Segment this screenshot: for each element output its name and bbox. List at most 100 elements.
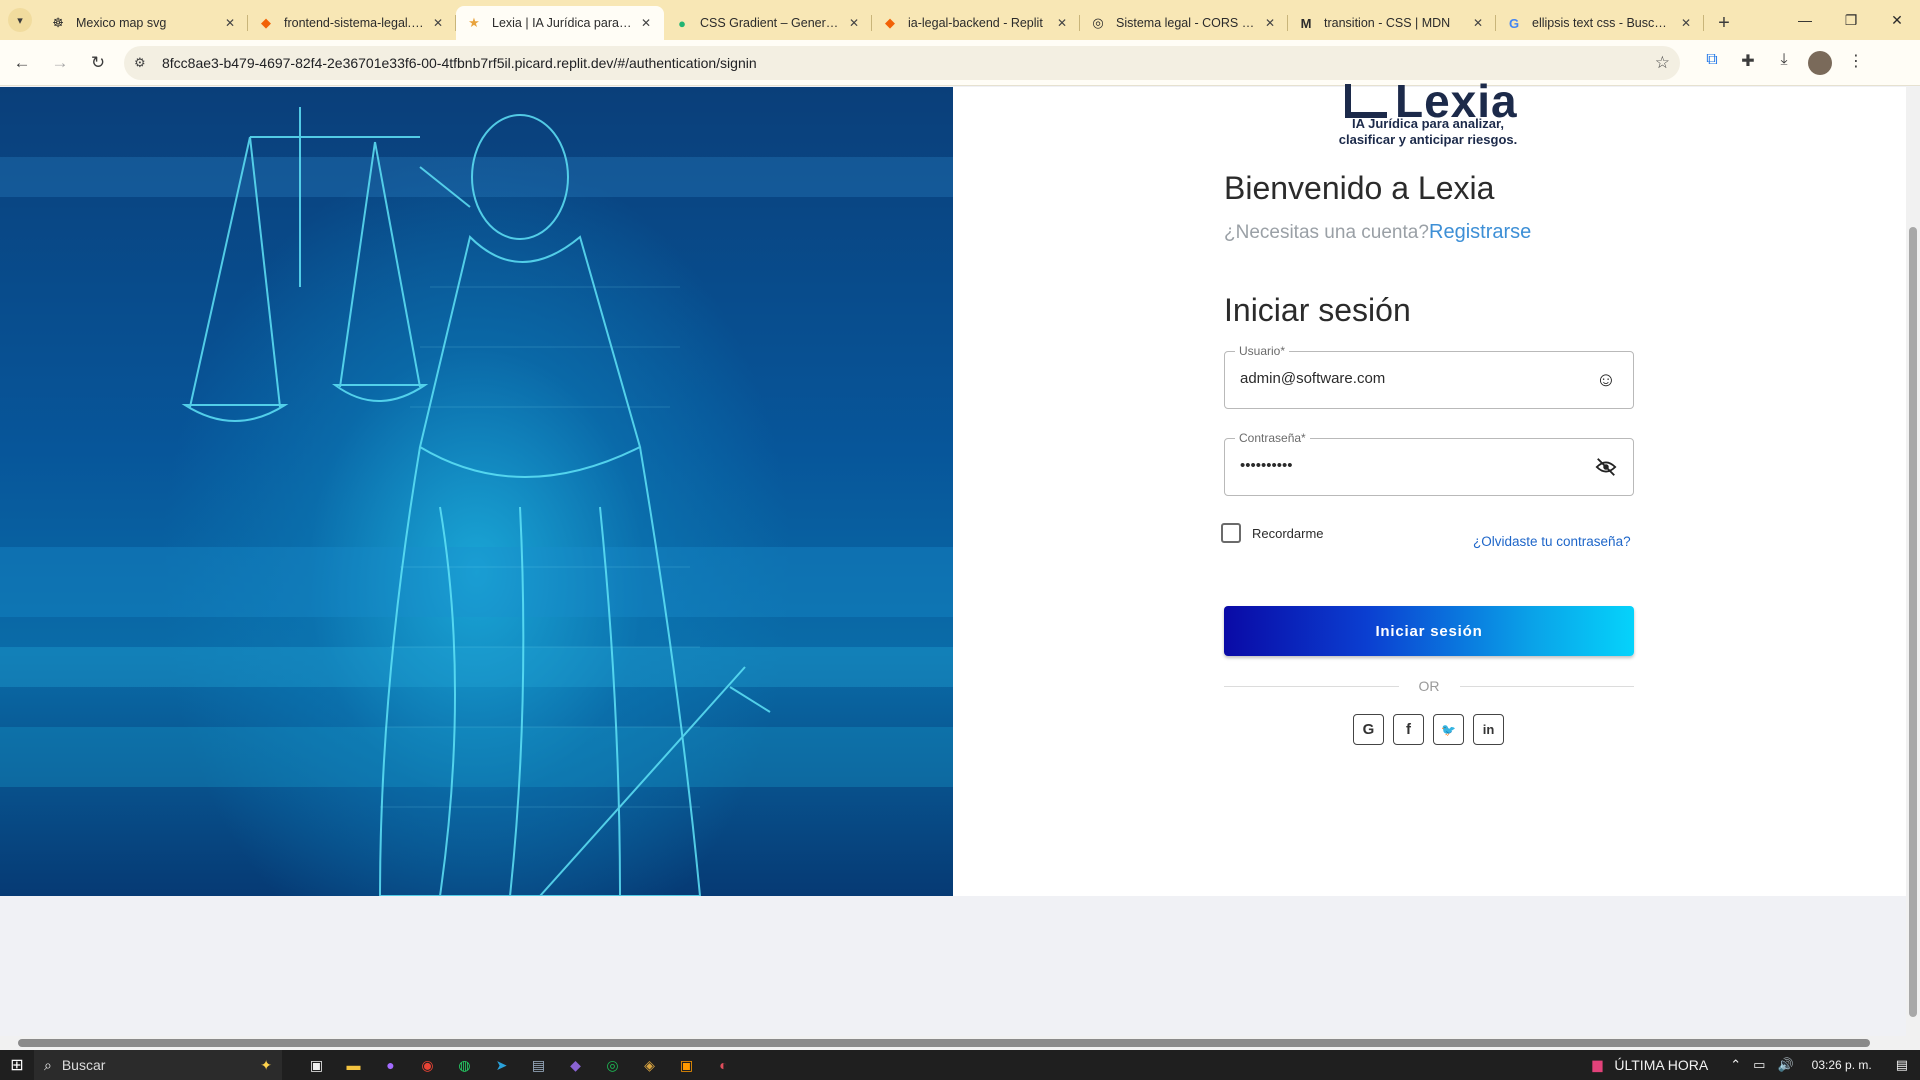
- tab-close-icon[interactable]: ✕: [222, 15, 238, 31]
- tagline-line: IA Jurídica para analizar,: [1352, 116, 1504, 131]
- file-explorer-icon[interactable]: ▬: [335, 1057, 372, 1074]
- taskbar-search[interactable]: ⌕ Buscar ✦: [34, 1050, 282, 1080]
- vertical-scrollbar[interactable]: [1906, 87, 1920, 1037]
- chevron-up-icon[interactable]: ⌃: [1730, 1057, 1741, 1073]
- scroll-thumb[interactable]: [18, 1039, 1870, 1047]
- linkedin-login-button[interactable]: in: [1473, 714, 1504, 745]
- tab-close-icon[interactable]: ✕: [1054, 15, 1070, 31]
- news-headline[interactable]: ÚLTIMA HORA: [1614, 1057, 1708, 1073]
- browser-tab[interactable]: ◎ Sistema legal - CORS Error ✕: [1080, 6, 1288, 40]
- signin-button[interactable]: Iniciar sesión: [1224, 606, 1634, 656]
- forgot-password-link[interactable]: ¿Olvidaste tu contraseña?: [1473, 534, 1631, 549]
- divider-line: [1459, 685, 1634, 687]
- browser-tab[interactable]: ◆ frontend-sistema-legal. - Replit ✕: [248, 6, 456, 40]
- remember-label: Recordarme: [1252, 525, 1324, 541]
- browser-tab[interactable]: M transition - CSS | MDN ✕: [1288, 6, 1496, 40]
- welcome-heading: Bienvenido a Lexia: [1224, 170, 1495, 206]
- twitter-login-button[interactable]: 🐦: [1433, 714, 1464, 745]
- tab-favicon-icon: ◎: [1092, 15, 1104, 30]
- password-field[interactable]: Contraseña*: [1224, 431, 1634, 496]
- horizontal-scrollbar[interactable]: [0, 1036, 1920, 1050]
- social-login-buttons: G f 🐦 in: [1353, 714, 1513, 745]
- tab-favicon-icon: ◆: [261, 15, 271, 30]
- spotify-icon[interactable]: ◎: [594, 1057, 631, 1074]
- screen-cast-icon[interactable]: ⧉: [1694, 51, 1730, 75]
- tab-title: ellipsis text css - Buscar con Google: [1532, 16, 1672, 30]
- browser-tab[interactable]: ☸ Mexico map svg ✕: [40, 6, 248, 40]
- lexia-logo-icon: [1345, 84, 1387, 118]
- toolbar-icons: ⧉ ✚ ⤓ ⋮: [1694, 50, 1874, 75]
- scroll-thumb[interactable]: [1909, 227, 1917, 1017]
- tagline-line: clasificar y anticipar riesgos.: [1338, 132, 1518, 147]
- restore-icon[interactable]: ❐: [1828, 12, 1874, 29]
- remember-checkbox[interactable]: [1221, 523, 1241, 543]
- telegram-icon[interactable]: ➤: [483, 1057, 520, 1074]
- network-icon[interactable]: ▭: [1753, 1057, 1765, 1073]
- tab-favicon-icon: ☸: [52, 15, 64, 30]
- username-input[interactable]: [1240, 370, 1580, 387]
- app-icon[interactable]: ◐: [705, 1057, 742, 1074]
- menu-kebab-icon[interactable]: ⋮: [1838, 51, 1874, 75]
- face-icon: ☺: [1595, 368, 1617, 391]
- hero-image-lady-justice: [0, 87, 953, 896]
- close-window-icon[interactable]: ✕: [1874, 12, 1920, 29]
- browser-tab[interactable]: ◆ ia-legal-backend - Replit ✕: [872, 6, 1080, 40]
- facebook-login-button[interactable]: f: [1393, 714, 1424, 745]
- forward-icon[interactable]: →: [44, 47, 76, 79]
- need-account-text: ¿Necesitas una cuenta?: [1224, 222, 1429, 243]
- password-input[interactable]: [1240, 457, 1580, 474]
- task-view-icon[interactable]: ▣: [298, 1057, 335, 1074]
- browser-tab[interactable]: ● CSS Gradient – Generator ✕: [664, 6, 872, 40]
- windows-start-icon[interactable]: ⊞: [0, 1055, 34, 1075]
- back-icon[interactable]: ←: [6, 47, 38, 79]
- news-icon: ▆: [1592, 1057, 1603, 1072]
- tab-close-icon[interactable]: ✕: [1470, 15, 1486, 31]
- profile-avatar[interactable]: [1808, 50, 1832, 75]
- tab-favicon-icon: G: [1508, 15, 1520, 31]
- clock[interactable]: 03:26 p. m.: [1812, 1058, 1872, 1072]
- extensions-icon[interactable]: ✚: [1730, 51, 1766, 75]
- google-login-button[interactable]: G: [1353, 714, 1384, 745]
- linkedin-icon: in: [1482, 722, 1495, 737]
- notification-icon[interactable]: ▤: [1896, 1057, 1908, 1073]
- remember-me[interactable]: Recordarme: [1221, 523, 1324, 543]
- game-icon[interactable]: ◈: [631, 1057, 668, 1074]
- visual-studio-icon[interactable]: ◆: [557, 1057, 594, 1074]
- copilot-sparkle-icon: ✦: [260, 1056, 272, 1073]
- whatsapp-icon[interactable]: ◍: [446, 1057, 483, 1074]
- browser-tab-strip: ▾ ☸ Mexico map svg ✕ ◆ frontend-sistema-…: [0, 0, 1920, 40]
- new-tab-button[interactable]: +: [1710, 9, 1738, 37]
- tab-close-icon[interactable]: ✕: [638, 15, 654, 31]
- visibility-off-icon[interactable]: [1595, 456, 1617, 478]
- minimize-icon[interactable]: —: [1782, 12, 1828, 28]
- register-link[interactable]: Registrarse: [1429, 221, 1531, 244]
- browser-tab-active[interactable]: ★ Lexia | IA Jurídica para analizar ✕: [456, 6, 664, 40]
- tab-close-icon[interactable]: ✕: [430, 15, 446, 31]
- bookmark-star-icon[interactable]: ☆: [1655, 53, 1670, 73]
- signin-heading: Iniciar sesión: [1224, 292, 1411, 328]
- lady-justice-illustration: [181, 107, 771, 896]
- tab-close-icon[interactable]: ✕: [846, 15, 862, 31]
- browser-tab[interactable]: G ellipsis text css - Buscar con Google …: [1496, 6, 1704, 40]
- site-info-icon[interactable]: ⚙: [134, 55, 152, 71]
- browser-toolbar: ← → ↻ ⚙ 8fcc8ae3-b479-4697-82f4-2e36701e…: [0, 40, 1920, 86]
- volume-icon[interactable]: 🔊: [1777, 1057, 1793, 1073]
- password-label: Contraseña*: [1235, 431, 1310, 445]
- tab-title: ia-legal-backend - Replit: [908, 16, 1043, 30]
- notes-icon[interactable]: ▤: [520, 1057, 557, 1074]
- search-icon: ⌕: [44, 1056, 52, 1073]
- tab-favicon-icon: ◆: [885, 15, 895, 30]
- or-divider: OR: [1224, 678, 1634, 694]
- tab-search-icon[interactable]: ▾: [8, 8, 32, 32]
- tab-close-icon[interactable]: ✕: [1678, 15, 1694, 31]
- brand-tagline: IA Jurídica para analizar, clasificar y …: [1320, 116, 1536, 148]
- illustrator-icon[interactable]: ▣: [668, 1057, 705, 1074]
- app-icon[interactable]: ●: [372, 1057, 409, 1074]
- reload-icon[interactable]: ↻: [82, 47, 114, 79]
- download-icon[interactable]: ⤓: [1766, 51, 1802, 75]
- username-field[interactable]: Usuario* ☺: [1224, 344, 1634, 409]
- url-text[interactable]: 8fcc8ae3-b479-4697-82f4-2e36701e33f6-00-…: [162, 55, 1655, 71]
- chrome-icon[interactable]: ◉: [409, 1057, 446, 1074]
- tab-favicon-icon: ●: [678, 15, 686, 31]
- tab-close-icon[interactable]: ✕: [1262, 15, 1278, 31]
